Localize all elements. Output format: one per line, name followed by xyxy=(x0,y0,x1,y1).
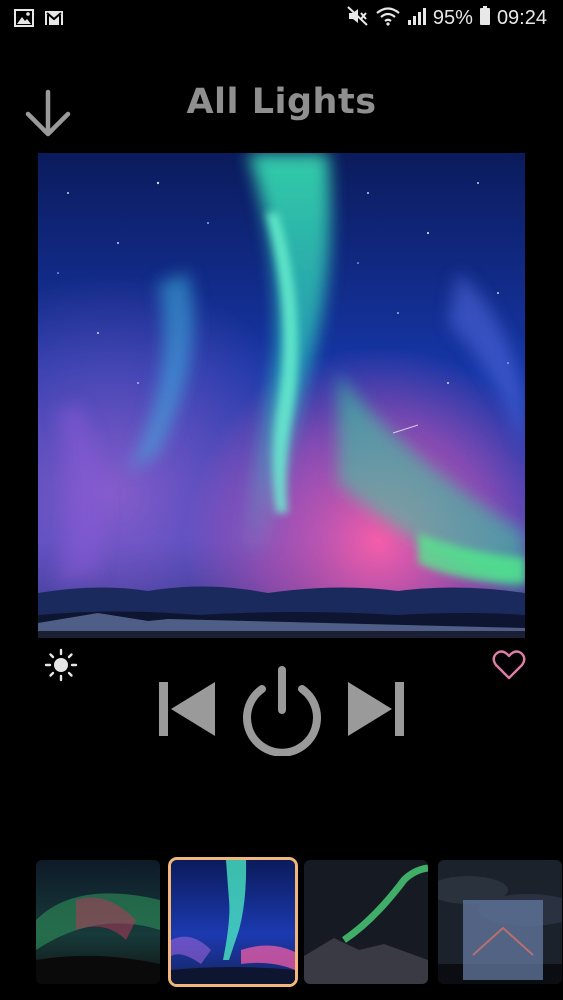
clock-time: 09:24 xyxy=(496,6,547,29)
aurora-green-red-thumbnail[interactable] xyxy=(36,860,160,984)
page-title: All Lights xyxy=(186,82,377,122)
app-header: All Lights xyxy=(0,70,563,140)
skip-previous-button[interactable] xyxy=(157,680,217,738)
mute-icon xyxy=(347,6,369,30)
chevron-up-icon xyxy=(472,926,534,956)
sun-icon[interactable] xyxy=(44,648,78,682)
skip-next-icon xyxy=(348,682,404,736)
scroll-up-button[interactable] xyxy=(463,900,543,980)
power-icon xyxy=(243,666,321,757)
gallery-icon xyxy=(14,9,34,31)
skip-previous-icon xyxy=(159,682,215,736)
aurora-blue-pink-thumbnail[interactable] xyxy=(171,860,295,984)
signal-icon xyxy=(407,6,427,30)
battery-icon xyxy=(479,6,491,30)
status-bar: 95% 09:24 xyxy=(0,0,563,38)
aurora-green-arc-thumbnail[interactable] xyxy=(304,860,428,984)
heart-outline-icon[interactable] xyxy=(492,649,526,681)
aurora-hero-image[interactable] xyxy=(38,153,525,638)
gmail-icon xyxy=(44,9,64,31)
battery-percentage: 95% xyxy=(432,6,473,29)
skip-next-button[interactable] xyxy=(346,680,406,738)
wifi-icon xyxy=(375,6,401,30)
power-button[interactable] xyxy=(236,664,328,757)
